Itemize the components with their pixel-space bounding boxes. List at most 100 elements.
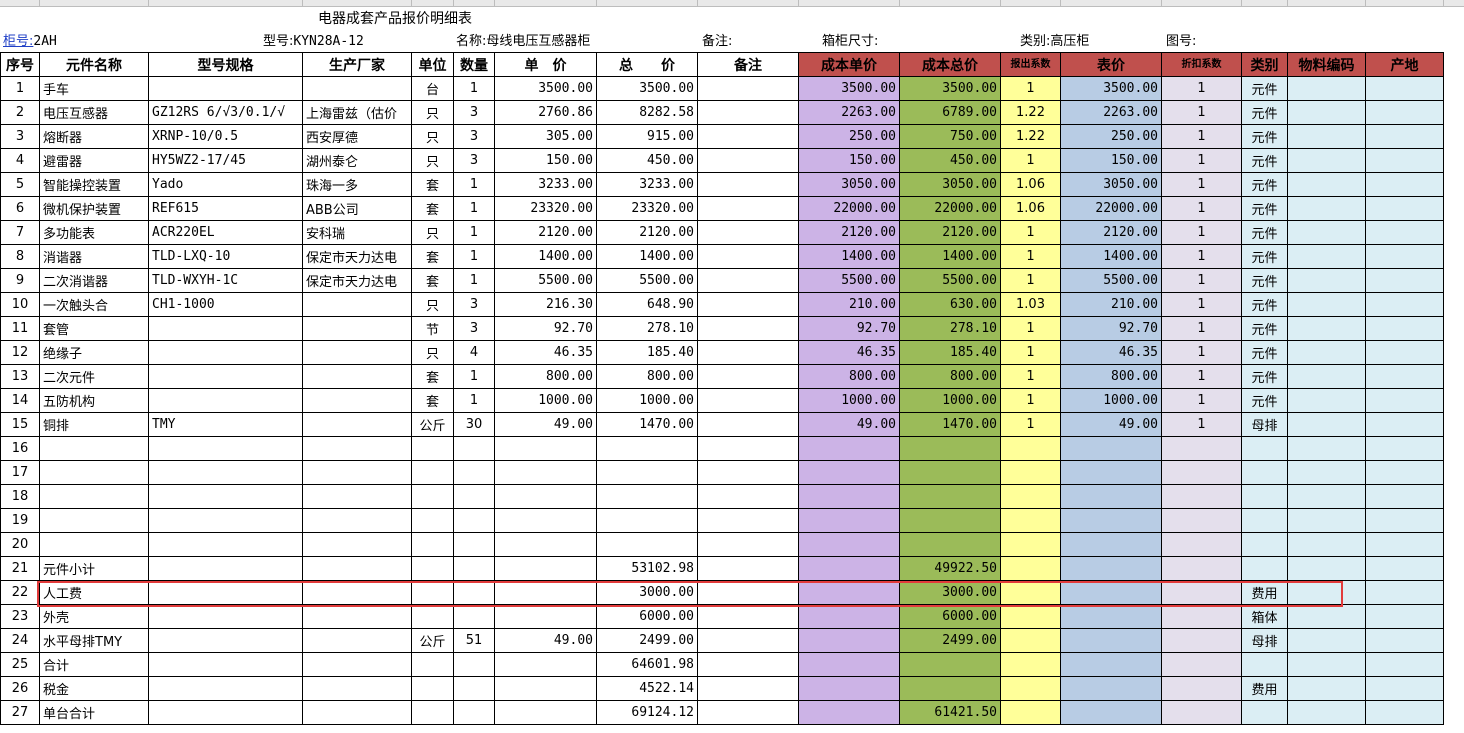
cell-no[interactable]: 25	[0, 652, 40, 677]
cell-maker[interactable]	[302, 604, 412, 629]
cell-maker[interactable]	[302, 412, 412, 437]
cell-list[interactable]	[1060, 628, 1162, 653]
cell-no[interactable]: 2	[0, 100, 40, 125]
cell-total[interactable]	[596, 532, 698, 557]
cell-price[interactable]	[494, 436, 597, 461]
cell-origin[interactable]	[1365, 700, 1444, 725]
cell-qty[interactable]	[453, 436, 495, 461]
cell-name[interactable]: 外壳	[39, 604, 149, 629]
cell-model[interactable]: GZ12RS 6/√3/0.1/√	[148, 100, 303, 125]
cell-cost-total[interactable]: 750.00	[899, 124, 1001, 149]
cell-coef[interactable]: 1	[1000, 340, 1061, 365]
cell-unit[interactable]: 公斤	[411, 412, 454, 437]
cell-qty[interactable]	[453, 700, 495, 725]
cell-origin[interactable]	[1365, 268, 1444, 293]
cell-qty[interactable]	[453, 556, 495, 581]
cell-total[interactable]: 915.00	[596, 124, 698, 149]
cell-unit[interactable]	[411, 604, 454, 629]
cell-total[interactable]: 648.90	[596, 292, 698, 317]
col-header[interactable]: 表价	[1060, 52, 1162, 77]
cell-cost-unit[interactable]: 250.00	[798, 124, 900, 149]
cell-disc[interactable]	[1161, 700, 1242, 725]
cell-maker[interactable]	[302, 484, 412, 509]
cell-origin[interactable]	[1365, 604, 1444, 629]
cell-qty[interactable]: 4	[453, 340, 495, 365]
cell-name[interactable]: 电压互感器	[39, 100, 149, 125]
cell-price[interactable]: 49.00	[494, 412, 597, 437]
cell-cost-unit[interactable]: 210.00	[798, 292, 900, 317]
cell-price[interactable]: 3500.00	[494, 76, 597, 101]
cell-type[interactable]	[1241, 436, 1288, 461]
cell-cost-unit[interactable]: 2263.00	[798, 100, 900, 125]
cell-list[interactable]	[1060, 676, 1162, 701]
cell-coef[interactable]: 1	[1000, 148, 1061, 173]
cell-price[interactable]: 92.70	[494, 316, 597, 341]
cell-list[interactable]: 49.00	[1060, 412, 1162, 437]
cell-cost-total[interactable]: 1470.00	[899, 412, 1001, 437]
cell-name[interactable]: 一次触头合	[39, 292, 149, 317]
cell-unit[interactable]: 套	[411, 172, 454, 197]
cell-list[interactable]	[1060, 580, 1162, 605]
cell-model[interactable]	[148, 628, 303, 653]
cell-no[interactable]: 12	[0, 340, 40, 365]
cell-coef[interactable]	[1000, 604, 1061, 629]
cell-total[interactable]: 1470.00	[596, 412, 698, 437]
cell-code[interactable]	[1287, 340, 1366, 365]
cell-total[interactable]: 450.00	[596, 148, 698, 173]
cell-list[interactable]: 1000.00	[1060, 388, 1162, 413]
cell-maker[interactable]: 珠海一多	[302, 172, 412, 197]
cell-coef[interactable]	[1000, 628, 1061, 653]
cell-origin[interactable]	[1365, 532, 1444, 557]
cell-note[interactable]	[697, 388, 799, 413]
cell-total[interactable]: 278.10	[596, 316, 698, 341]
cell-cost-total[interactable]	[899, 532, 1001, 557]
cell-coef[interactable]: 1	[1000, 244, 1061, 269]
cell-unit[interactable]: 只	[411, 148, 454, 173]
cell-name[interactable]	[39, 508, 149, 533]
cell-total[interactable]: 53102.98	[596, 556, 698, 581]
cell-cost-total[interactable]	[899, 436, 1001, 461]
cell-model[interactable]	[148, 340, 303, 365]
cell-list[interactable]: 1400.00	[1060, 244, 1162, 269]
cell-price[interactable]: 2120.00	[494, 220, 597, 245]
cell-code[interactable]	[1287, 268, 1366, 293]
cell-total[interactable]: 4522.14	[596, 676, 698, 701]
cell-origin[interactable]	[1365, 388, 1444, 413]
cell-note[interactable]	[697, 628, 799, 653]
cell-origin[interactable]	[1365, 340, 1444, 365]
cell-coef[interactable]: 1	[1000, 268, 1061, 293]
cell-list[interactable]: 150.00	[1060, 148, 1162, 173]
cell-list[interactable]	[1060, 460, 1162, 485]
cell-maker[interactable]: 西安厚德	[302, 124, 412, 149]
cell-cost-unit[interactable]	[798, 628, 900, 653]
cell-type[interactable]	[1241, 556, 1288, 581]
cell-origin[interactable]	[1365, 196, 1444, 221]
cell-cost-total[interactable]: 49922.50	[899, 556, 1001, 581]
cell-no[interactable]: 27	[0, 700, 40, 725]
cell-no[interactable]: 14	[0, 388, 40, 413]
cell-list[interactable]	[1060, 604, 1162, 629]
cell-total[interactable]: 2120.00	[596, 220, 698, 245]
cell-disc[interactable]	[1161, 460, 1242, 485]
cell-code[interactable]	[1287, 124, 1366, 149]
cell-disc[interactable]: 1	[1161, 340, 1242, 365]
cell-maker[interactable]	[302, 340, 412, 365]
cell-note[interactable]	[697, 580, 799, 605]
cell-qty[interactable]: 1	[453, 268, 495, 293]
cell-cost-unit[interactable]: 49.00	[798, 412, 900, 437]
cell-note[interactable]	[697, 316, 799, 341]
cell-cost-total[interactable]: 3500.00	[899, 76, 1001, 101]
cell-type[interactable]: 元件	[1241, 148, 1288, 173]
cell-no[interactable]: 9	[0, 268, 40, 293]
cell-unit[interactable]: 只	[411, 220, 454, 245]
cell-code[interactable]	[1287, 652, 1366, 677]
cell-list[interactable]	[1060, 556, 1162, 581]
cell-note[interactable]	[697, 196, 799, 221]
cell-note[interactable]	[697, 124, 799, 149]
cell-name[interactable]	[39, 484, 149, 509]
cell-total[interactable]: 3000.00	[596, 580, 698, 605]
cell-type[interactable]: 元件	[1241, 220, 1288, 245]
cell-cost-unit[interactable]	[798, 604, 900, 629]
cell-cost-unit[interactable]	[798, 580, 900, 605]
cell-type[interactable]	[1241, 460, 1288, 485]
